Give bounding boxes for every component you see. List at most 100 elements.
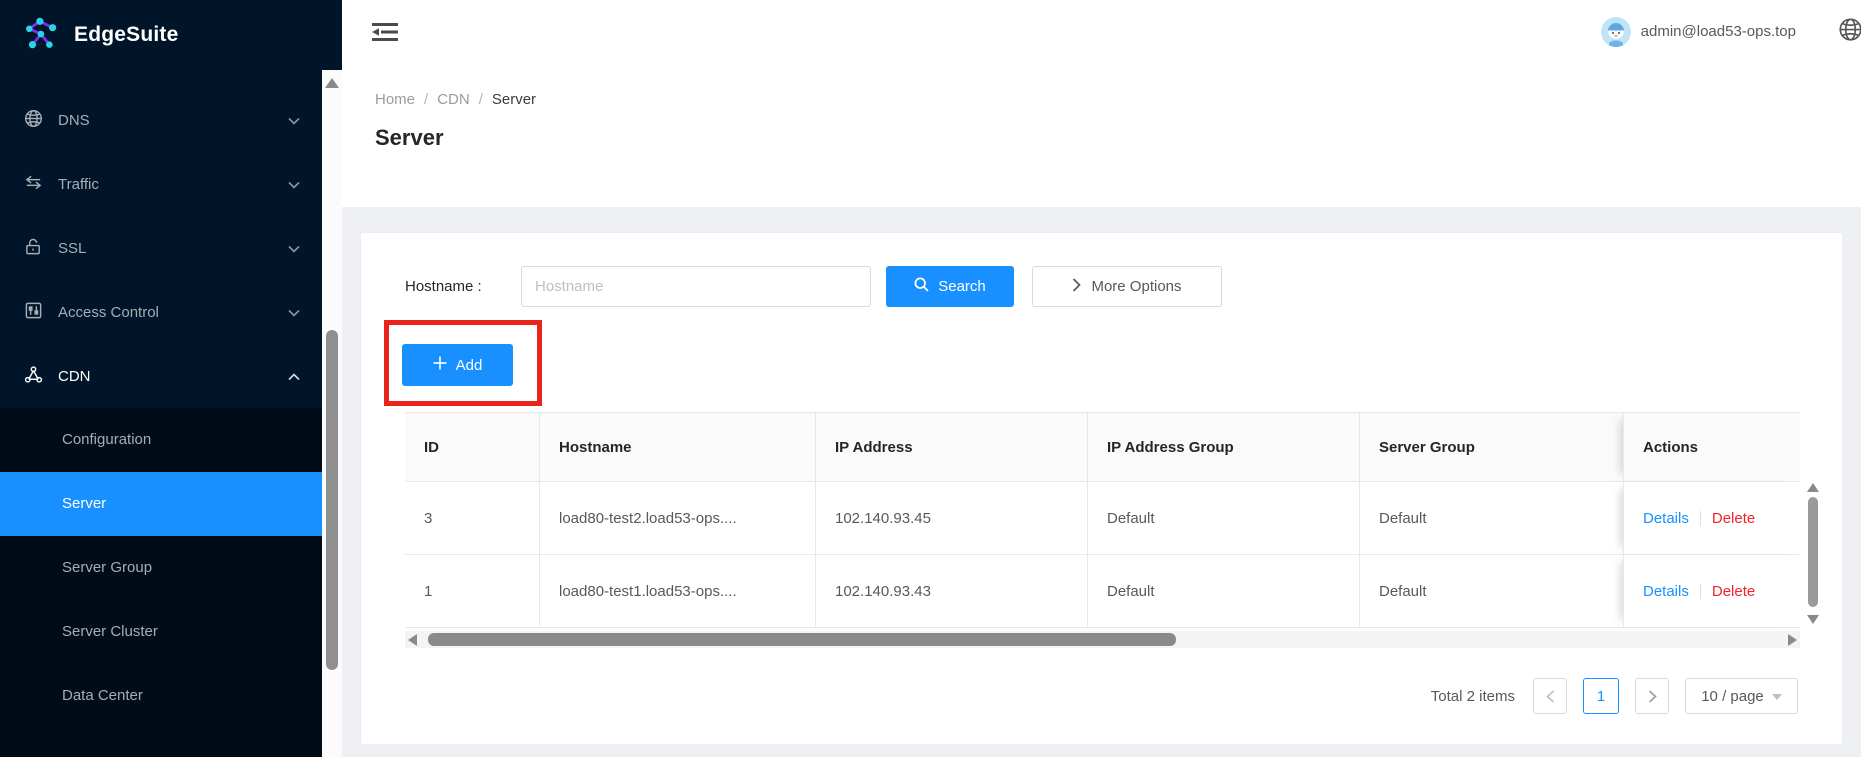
- sidebar: EdgeSuite DNS Traffic: [0, 0, 342, 757]
- details-link[interactable]: Details: [1643, 583, 1689, 600]
- scroll-down-arrow-icon[interactable]: [1807, 615, 1819, 624]
- add-button[interactable]: Add: [402, 344, 513, 386]
- main-area: admin@load53-ops.top Home / CDN / Server…: [342, 0, 1861, 757]
- sidebar-item-server-group[interactable]: Server Group: [0, 536, 322, 600]
- more-options-button[interactable]: More Options: [1032, 266, 1222, 307]
- avatar[interactable]: [1601, 17, 1631, 47]
- sidebar-item-dns[interactable]: DNS: [0, 88, 322, 152]
- cell-hostname: load80-test2.load53-ops....: [539, 482, 815, 554]
- breadcrumb-home[interactable]: Home: [375, 91, 415, 108]
- cell-actions: Details Delete: [1623, 555, 1800, 627]
- page-size-value: 10 / page: [1701, 688, 1764, 705]
- network-nodes-icon: [24, 365, 43, 388]
- add-button-label: Add: [456, 357, 483, 374]
- search-icon: [914, 277, 929, 296]
- page-title: Server: [375, 125, 1861, 151]
- pagination: Total 2 items 1 10 / page: [1431, 678, 1798, 714]
- app-logo: EdgeSuite: [0, 0, 322, 70]
- scroll-right-arrow-icon[interactable]: [1788, 634, 1797, 646]
- cell-actions: Details Delete: [1623, 482, 1800, 554]
- swap-arrows-icon: [24, 173, 43, 196]
- table-row: 3 load80-test2.load53-ops.... 102.140.93…: [405, 482, 1800, 555]
- cell-id: 1: [405, 555, 539, 627]
- breadcrumb-separator: /: [424, 91, 428, 108]
- chevron-down-icon: [288, 304, 300, 321]
- vertical-scrollbar-thumb[interactable]: [1808, 497, 1818, 607]
- pagination-next-button[interactable]: [1635, 678, 1669, 714]
- more-options-label: More Options: [1091, 278, 1181, 295]
- plus-icon: [433, 356, 447, 374]
- top-header: admin@load53-ops.top: [342, 0, 1861, 63]
- cell-id: 3: [405, 482, 539, 554]
- cell-server-group: Default: [1359, 555, 1623, 627]
- sidebar-item-label: CDN: [58, 368, 288, 385]
- column-header-hostname: Hostname: [539, 413, 815, 481]
- brand-name: EdgeSuite: [74, 23, 178, 47]
- sidebar-item-ssl[interactable]: SSL: [0, 216, 322, 280]
- user-menu: admin@load53-ops.top: [1601, 0, 1861, 63]
- hostname-input[interactable]: [521, 266, 871, 307]
- chevron-down-icon: [288, 240, 300, 257]
- search-button-label: Search: [938, 278, 986, 295]
- page-size-select[interactable]: 10 / page: [1685, 678, 1798, 714]
- cell-ip-group: Default: [1087, 482, 1359, 554]
- pagination-prev-button[interactable]: [1533, 678, 1567, 714]
- column-header-id: ID: [405, 413, 539, 481]
- content-card: Hostname : Search More Options: [360, 232, 1843, 745]
- horizontal-scrollbar-thumb[interactable]: [428, 633, 1176, 646]
- caret-down-icon: [1772, 694, 1782, 700]
- sidebar-nav: DNS Traffic: [0, 70, 322, 757]
- details-link[interactable]: Details: [1643, 510, 1689, 527]
- table-vertical-scrollbar[interactable]: [1805, 481, 1821, 626]
- server-table: ID Hostname IP Address IP Address Group …: [405, 412, 1800, 628]
- column-header-ip-group: IP Address Group: [1087, 413, 1359, 481]
- user-email[interactable]: admin@load53-ops.top: [1641, 23, 1796, 40]
- breadcrumb-cdn[interactable]: CDN: [437, 91, 470, 108]
- cell-ip: 102.140.93.45: [815, 482, 1087, 554]
- menu-fold-icon[interactable]: [372, 21, 398, 48]
- page-header: Home / CDN / Server Server: [342, 63, 1861, 207]
- sidebar-item-access-control[interactable]: Access Control: [0, 280, 322, 344]
- pagination-page-1[interactable]: 1: [1583, 678, 1619, 714]
- column-header-server-group: Server Group: [1359, 413, 1623, 481]
- sidebar-item-cdn[interactable]: CDN: [0, 344, 322, 408]
- scroll-up-arrow-icon[interactable]: [1807, 483, 1819, 492]
- language-globe-icon[interactable]: [1838, 17, 1861, 47]
- sidebar-item-server[interactable]: Server: [0, 472, 322, 536]
- search-form: Hostname : Search More Options: [405, 266, 1222, 307]
- sidebar-item-data-center[interactable]: Data Center: [0, 664, 322, 728]
- chevron-right-icon: [1072, 278, 1081, 296]
- sidebar-item-traffic[interactable]: Traffic: [0, 152, 322, 216]
- sidebar-scrollbar-thumb[interactable]: [326, 330, 338, 670]
- action-divider: [1700, 584, 1701, 599]
- hostname-label: Hostname :: [405, 278, 505, 295]
- brand-logo-icon: [24, 15, 60, 56]
- cell-ip: 102.140.93.43: [815, 555, 1087, 627]
- table-horizontal-scrollbar[interactable]: [405, 631, 1800, 648]
- sidebar-scrollbar[interactable]: [322, 70, 342, 757]
- delete-link[interactable]: Delete: [1712, 583, 1755, 600]
- breadcrumb: Home / CDN / Server: [375, 91, 1861, 108]
- search-button[interactable]: Search: [886, 266, 1014, 307]
- globe-icon: [24, 109, 43, 132]
- chevron-down-icon: [288, 176, 300, 193]
- sidebar-item-label: Access Control: [58, 304, 288, 321]
- sidebar-item-configuration[interactable]: Configuration: [0, 408, 322, 472]
- table-header-row: ID Hostname IP Address IP Address Group …: [405, 412, 1800, 482]
- sidebar-item-server-cluster[interactable]: Server Cluster: [0, 600, 322, 664]
- sidebar-item-label: SSL: [58, 240, 288, 257]
- delete-link[interactable]: Delete: [1712, 510, 1755, 527]
- sidebar-item-label: DNS: [58, 112, 288, 129]
- column-header-actions: Actions: [1623, 413, 1800, 481]
- action-divider: [1700, 511, 1701, 526]
- cell-server-group: Default: [1359, 482, 1623, 554]
- sliders-icon: [24, 301, 43, 324]
- cdn-submenu: Configuration Server Server Group Server…: [0, 408, 322, 757]
- breadcrumb-current: Server: [492, 91, 536, 108]
- table-row: 1 load80-test1.load53-ops.... 102.140.93…: [405, 555, 1800, 628]
- lock-icon: [24, 237, 43, 260]
- pagination-total: Total 2 items: [1431, 688, 1515, 705]
- scroll-left-arrow-icon[interactable]: [408, 634, 417, 646]
- chevron-down-icon: [288, 112, 300, 129]
- scroll-up-arrow-icon[interactable]: [325, 78, 339, 88]
